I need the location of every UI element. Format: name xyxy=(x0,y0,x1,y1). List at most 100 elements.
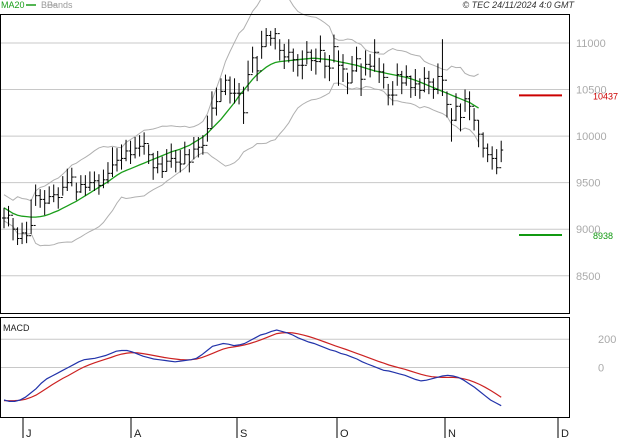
ohlc-bar xyxy=(399,70,404,95)
macd-grid xyxy=(0,338,569,368)
ohlc-bar xyxy=(51,184,56,203)
upper-band xyxy=(3,0,479,202)
macd-signal-line xyxy=(4,331,502,402)
ohlc-bar xyxy=(223,74,228,96)
month-label-S: S xyxy=(240,428,247,440)
ohlc-bar xyxy=(33,184,38,226)
chart-header: MA20 BBands © TEC 24/11/2024 4:0 GMT xyxy=(1,0,576,10)
ohlc-bar xyxy=(60,176,65,199)
ohlc-bar xyxy=(322,49,327,79)
macd-tick-label: 0 xyxy=(598,363,604,375)
ohlc-bar xyxy=(255,55,260,82)
ohlc-bar xyxy=(133,136,138,159)
macd-panel-label: MACD xyxy=(3,323,30,333)
month-label-D: D xyxy=(561,428,569,440)
ohlc-bar xyxy=(128,140,133,164)
ohlc-bar xyxy=(359,58,364,97)
price-tick-label: 9000 xyxy=(576,224,600,236)
ohlc-bar xyxy=(155,150,160,174)
ohlc-bar xyxy=(300,50,305,80)
ohlc-bar xyxy=(372,39,377,72)
ma20-line xyxy=(3,57,479,218)
lower-band xyxy=(3,82,480,247)
ohlc-bar xyxy=(115,148,119,172)
ohlc-bar xyxy=(96,174,101,195)
ohlc-bar xyxy=(282,43,287,70)
ohlc-bar xyxy=(354,46,359,72)
ohlc-bar xyxy=(92,171,97,192)
ohlc-bar xyxy=(2,207,6,229)
ohlc-bar xyxy=(404,65,409,86)
ohlc-bar xyxy=(15,227,20,246)
ohlc-bar xyxy=(467,91,472,121)
ohlc-bar xyxy=(381,63,386,89)
price-panel: 104378938 8500 9000 9500 10000 10500 11000 xyxy=(0,0,618,283)
ohlc-bar xyxy=(422,67,427,93)
ohlc-bar xyxy=(173,150,178,173)
price-levels: 104378938 xyxy=(519,91,618,241)
ohlc-bar xyxy=(137,135,142,157)
ohlc-bar xyxy=(277,33,282,61)
ohlc-bar xyxy=(87,171,92,192)
ohlc-bar xyxy=(386,76,391,106)
price-tick-label: 10500 xyxy=(576,85,607,97)
ohlc-bar xyxy=(69,167,74,187)
ohlc-bar xyxy=(164,149,169,172)
ohlc-bar xyxy=(413,69,418,97)
price-tick-label: 8500 xyxy=(576,271,600,283)
ohlc-bar xyxy=(191,136,196,163)
ohlc-bar xyxy=(368,54,373,78)
price-tick-label: 9500 xyxy=(576,178,600,190)
ohlc-bar xyxy=(83,175,88,196)
ohlc-bar xyxy=(490,146,495,170)
price-tick-label: 10000 xyxy=(576,131,607,143)
ma20-path xyxy=(3,57,479,218)
ohlc-bar xyxy=(169,143,174,168)
ohlc-bar xyxy=(237,82,242,105)
ohlc-bar xyxy=(304,41,309,66)
ohlc-bar xyxy=(485,143,490,163)
ohlc-bar xyxy=(331,34,336,69)
ohlc-bar xyxy=(350,55,355,84)
ohlc-bar xyxy=(47,186,52,205)
ohlc-bar xyxy=(273,28,278,50)
stock-chart: MA20 BBands © TEC 24/11/2024 4:0 GMT 104… xyxy=(0,0,618,440)
ohlc-bar xyxy=(101,169,106,189)
ohlc-bar xyxy=(264,28,269,48)
copyright-timestamp: © TEC 24/11/2024 4:0 GMT xyxy=(462,0,575,10)
ohlc-bar xyxy=(426,70,431,95)
ohlc-bar xyxy=(151,152,156,180)
ohlc-bar xyxy=(341,54,345,83)
bollinger-bands xyxy=(3,0,480,247)
ohlc-bar xyxy=(78,175,83,193)
ohlc-bar xyxy=(494,149,499,175)
month-label-N: N xyxy=(448,428,456,440)
price-grid xyxy=(0,42,569,277)
ohlc-bar xyxy=(74,176,79,201)
ohlc-bar xyxy=(124,139,129,162)
month-label-A: A xyxy=(134,428,142,440)
ohlc-bar xyxy=(440,39,445,97)
ohlc-bar xyxy=(377,51,382,83)
ohlc-bar xyxy=(313,48,318,75)
date-axis: JASOND xyxy=(22,418,569,440)
ohlc-bar xyxy=(178,150,183,173)
macd-tick-label: 200 xyxy=(598,334,616,346)
macd-panel: MACD 0 200 xyxy=(0,323,616,407)
macd-axis: 0 200 xyxy=(598,334,616,374)
price-axis: 8500 9000 9500 10000 10500 11000 xyxy=(576,38,607,283)
ohlc-bar xyxy=(65,168,70,192)
ohlc-bar xyxy=(259,30,264,72)
ohlc-bar xyxy=(38,189,43,208)
ohlc-bar xyxy=(110,147,115,178)
ohlc-bar xyxy=(42,190,47,216)
ma20-legend-label: MA20 xyxy=(1,0,25,10)
ohlc-bar xyxy=(309,49,314,71)
ohlc-bar xyxy=(458,103,463,132)
ohlc-bar xyxy=(268,30,273,46)
ohlc-bar xyxy=(187,149,192,173)
ohlc-bar xyxy=(160,156,165,178)
ohlc-bar xyxy=(336,46,341,86)
bbands-legend-label: BBands xyxy=(41,0,73,10)
ohlc-bar xyxy=(250,46,255,76)
